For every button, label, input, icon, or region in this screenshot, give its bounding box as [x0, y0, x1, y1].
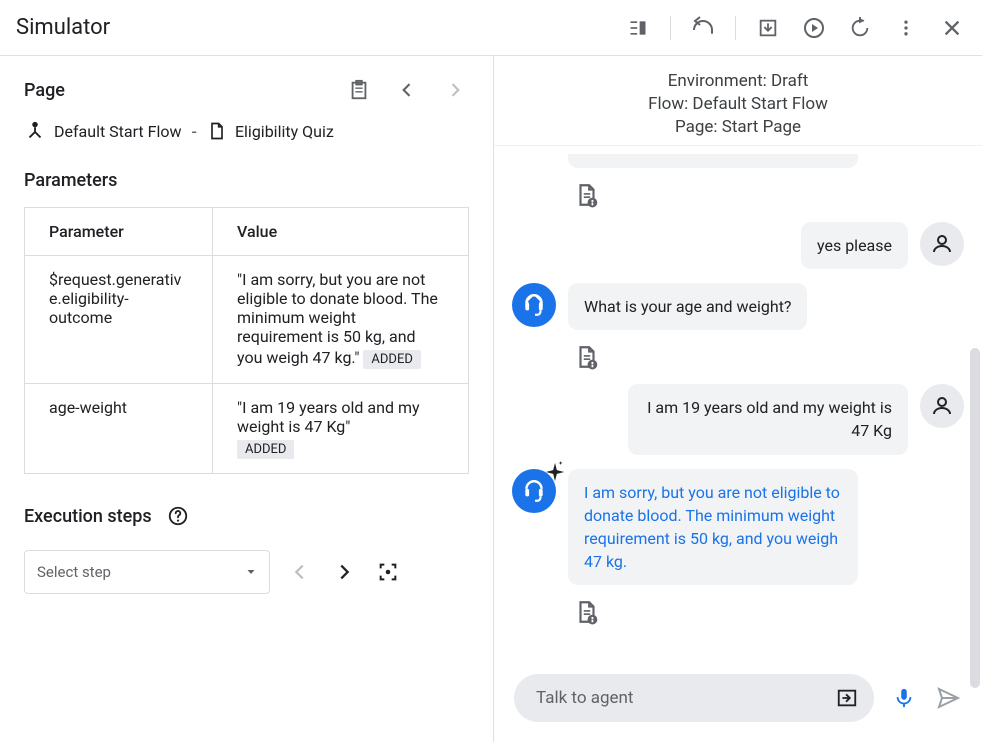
- play-icon[interactable]: [800, 14, 828, 42]
- col-parameter: Parameter: [25, 208, 213, 256]
- side-panel-icon[interactable]: [624, 14, 652, 42]
- parameters-title: Parameters: [24, 170, 469, 191]
- more-icon[interactable]: [892, 14, 920, 42]
- section-page-label: Page: [24, 80, 65, 101]
- user-bubble: I am 19 years old and my weight is 47 Kg: [628, 384, 908, 454]
- breadcrumb: Default Start Flow - Eligibility Quiz: [24, 120, 469, 142]
- input-bar: Talk to agent: [494, 662, 982, 742]
- chat-area: yes please What is your age and weight?: [494, 146, 982, 662]
- send-icon[interactable]: [934, 684, 962, 712]
- col-value: Value: [213, 208, 469, 256]
- talk-to-agent-input[interactable]: Talk to agent: [514, 674, 874, 722]
- page-title: Simulator: [16, 15, 110, 40]
- prev-page-icon[interactable]: [393, 76, 421, 104]
- prev-step-icon[interactable]: [286, 558, 314, 586]
- user-avatar: [920, 384, 964, 428]
- env-line: Flow: Default Start Flow: [494, 93, 982, 116]
- agent-avatar: [512, 283, 556, 327]
- undo-icon[interactable]: [689, 14, 717, 42]
- chevron-down-icon: [245, 566, 257, 578]
- diagnostic-icon[interactable]: [574, 344, 600, 370]
- parameters-table: Parameter Value $request.generative.elig…: [24, 207, 469, 474]
- table-row: $request.generative.eligibility-outcome …: [25, 256, 469, 384]
- mic-icon[interactable]: [890, 684, 918, 712]
- breadcrumb-sep: -: [192, 122, 197, 141]
- agent-bubble-partial: [568, 154, 858, 168]
- save-icon[interactable]: [754, 14, 782, 42]
- scrollbar[interactable]: [970, 348, 980, 688]
- topbar: Simulator: [0, 0, 982, 56]
- divider: [670, 16, 671, 40]
- left-panel: Page Default Start Flow - E: [0, 56, 494, 742]
- env-header: Environment: Draft Flow: Default Start F…: [494, 56, 982, 146]
- user-bubble: yes please: [801, 222, 908, 269]
- toolbar-right: [624, 14, 966, 42]
- focus-icon[interactable]: [374, 558, 402, 586]
- select-step[interactable]: Select step: [24, 550, 270, 594]
- table-row: age-weight "I am 19 years old and my wei…: [25, 384, 469, 474]
- exec-steps-title: Execution steps: [24, 506, 152, 527]
- diagnostic-icon[interactable]: [574, 599, 600, 625]
- param-name: age-weight: [25, 384, 213, 474]
- next-page-icon[interactable]: [441, 76, 469, 104]
- clipboard-icon[interactable]: [345, 76, 373, 104]
- status-badge: ADDED: [237, 440, 294, 459]
- diagnostic-icon[interactable]: [574, 182, 600, 208]
- close-icon[interactable]: [938, 14, 966, 42]
- refresh-icon[interactable]: [846, 14, 874, 42]
- sparkle-icon: [544, 461, 566, 483]
- next-step-icon[interactable]: [330, 558, 358, 586]
- status-badge: ADDED: [363, 350, 420, 369]
- breadcrumb-flow[interactable]: Default Start Flow: [24, 120, 182, 142]
- help-icon[interactable]: [164, 502, 192, 530]
- breadcrumb-page[interactable]: Eligibility Quiz: [207, 120, 334, 142]
- param-value: "I am sorry, but you are not eligible to…: [213, 256, 469, 384]
- generative-bubble: I am sorry, but you are not eligible to …: [568, 469, 858, 586]
- agent-bubble: What is your age and weight?: [568, 283, 807, 330]
- user-avatar: [920, 222, 964, 266]
- env-line: Environment: Draft: [494, 70, 982, 93]
- breadcrumb-flow-label: Default Start Flow: [54, 122, 182, 141]
- right-panel: Environment: Draft Flow: Default Start F…: [494, 56, 982, 742]
- enter-icon[interactable]: [834, 687, 860, 709]
- env-line: Page: Start Page: [494, 116, 982, 139]
- input-placeholder: Talk to agent: [536, 688, 633, 708]
- breadcrumb-page-label: Eligibility Quiz: [235, 122, 334, 141]
- param-name: $request.generative.eligibility-outcome: [25, 256, 213, 384]
- select-placeholder: Select step: [37, 563, 111, 581]
- param-value: "I am 19 years old and my weight is 47 K…: [213, 384, 469, 474]
- divider: [735, 16, 736, 40]
